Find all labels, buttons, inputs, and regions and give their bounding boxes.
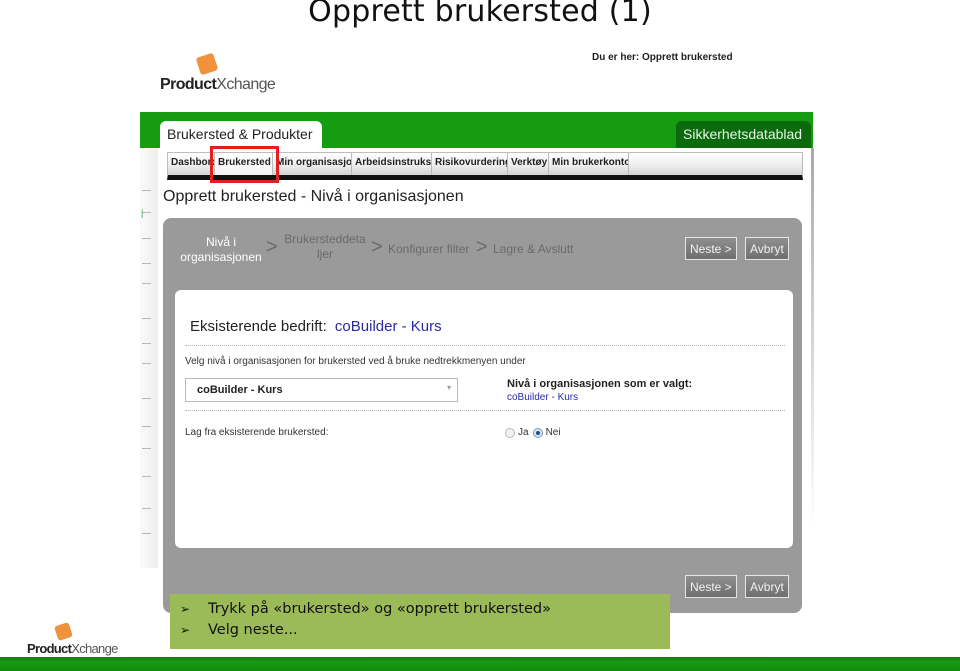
sidebar-marker-icon: | (141, 208, 144, 218)
company-value: coBuilder - Kurs (334, 318, 442, 335)
wizard-step-niva: Nivå i organisasjonen (180, 235, 262, 264)
arrowhead-bullet-icon: ➢ (180, 623, 191, 637)
nav-item-min-organisasjon[interactable]: Min organisasjon (273, 153, 352, 175)
tab-sikkerhetsdatablad[interactable]: Sikkerhetsdatablad (676, 121, 811, 148)
dropdown-value: coBuilder - Kurs (197, 384, 283, 396)
nav-item-min-brukerkonto[interactable]: Min brukerkonto (549, 153, 629, 175)
step-separator-icon: > (476, 236, 488, 258)
slide-title: Opprett brukersted (1) (308, 0, 652, 29)
chevron-down-icon: ▾ (446, 383, 451, 392)
instruction-item: ➢ Velg neste... (180, 620, 670, 641)
footer-bar (0, 657, 960, 671)
nav-item-risikovurdering[interactable]: Risikovurdering (432, 153, 508, 175)
radio-nei[interactable] (532, 427, 543, 438)
tab-brukersted-produkter[interactable]: Brukersted & Produkter (160, 121, 322, 148)
radio-ja-label[interactable]: Ja (518, 427, 529, 438)
radio-ja[interactable] (505, 427, 515, 438)
divider (185, 410, 785, 411)
breadcrumb: Du er her: Opprett brukersted (592, 52, 733, 63)
logo-cube-icon (195, 52, 219, 76)
cancel-button-bottom[interactable]: Avbryt (745, 575, 789, 598)
dropdown-instruction: Velg nivå i organisasjonen for brukerste… (185, 356, 526, 367)
logo-cube-icon (54, 622, 73, 641)
org-level-dropdown[interactable]: coBuilder - Kurs ▾ (185, 378, 458, 402)
wizard-panel: Nivå i organisasjonen > Brukersteddeta l… (163, 218, 802, 613)
page-heading: Opprett brukersted - Nivå i organisasjon… (163, 188, 464, 205)
nav-item-dashboard[interactable]: Dashbord (168, 153, 215, 175)
logo-wordmark: ProductXchange (160, 76, 276, 93)
form-card: Eksisterende bedrift: coBuilder - Kurs V… (175, 290, 793, 548)
step-separator-icon: > (266, 236, 278, 258)
wizard-step-brukersteddetaljer: Brukersteddeta ljer (284, 232, 366, 261)
nav-item-arbeidsinstruks[interactable]: Arbeidsinstruks (352, 153, 432, 175)
wizard-step-konfigurer-filter: Konfigurer filter (388, 242, 470, 256)
selected-level-label: Nivå i organisasjonen som er valgt: (507, 378, 693, 390)
copy-existing-radio-group: Ja Nei (505, 427, 565, 438)
instruction-callout: ➢ Trykk på «brukersted» og «opprett bruk… (170, 594, 670, 649)
wizard-step-lagre-avslutt: Lagre & Avslutt (493, 242, 574, 256)
next-button-top[interactable]: Neste > (685, 237, 737, 260)
productxchange-logo[interactable]: ProductXchange (160, 52, 276, 97)
wizard-steps: Nivå i organisasjonen > Brukersteddeta l… (163, 232, 593, 268)
arrowhead-bullet-icon: ➢ (180, 602, 191, 616)
company-label: Eksisterende bedrift: (190, 318, 327, 335)
nav-item-verktoy[interactable]: Verktøy (508, 153, 549, 175)
divider (185, 345, 785, 346)
next-button-bottom[interactable]: Neste > (685, 575, 737, 598)
step-separator-icon: > (371, 236, 383, 258)
existing-company: Eksisterende bedrift: coBuilder - Kurs (190, 318, 442, 335)
selected-level-value: coBuilder - Kurs (507, 392, 579, 403)
app-screenshot: ProductXchange Du er her: Opprett bruker… (140, 40, 820, 630)
cancel-button-top[interactable]: Avbryt (745, 237, 789, 260)
copy-existing-label: Lag fra eksisterende brukersted: (185, 427, 329, 438)
right-scroll-edge (811, 148, 814, 528)
instruction-item: ➢ Trykk på «brukersted» og «opprett bruk… (180, 599, 670, 620)
logo-wordmark: ProductXchange (27, 641, 118, 656)
footer-productxchange-logo: ProductXchange (27, 620, 127, 660)
left-sidebar-strip: | (140, 148, 158, 568)
highlight-annotation-box (210, 146, 279, 183)
radio-nei-label[interactable]: Nei (546, 427, 561, 438)
